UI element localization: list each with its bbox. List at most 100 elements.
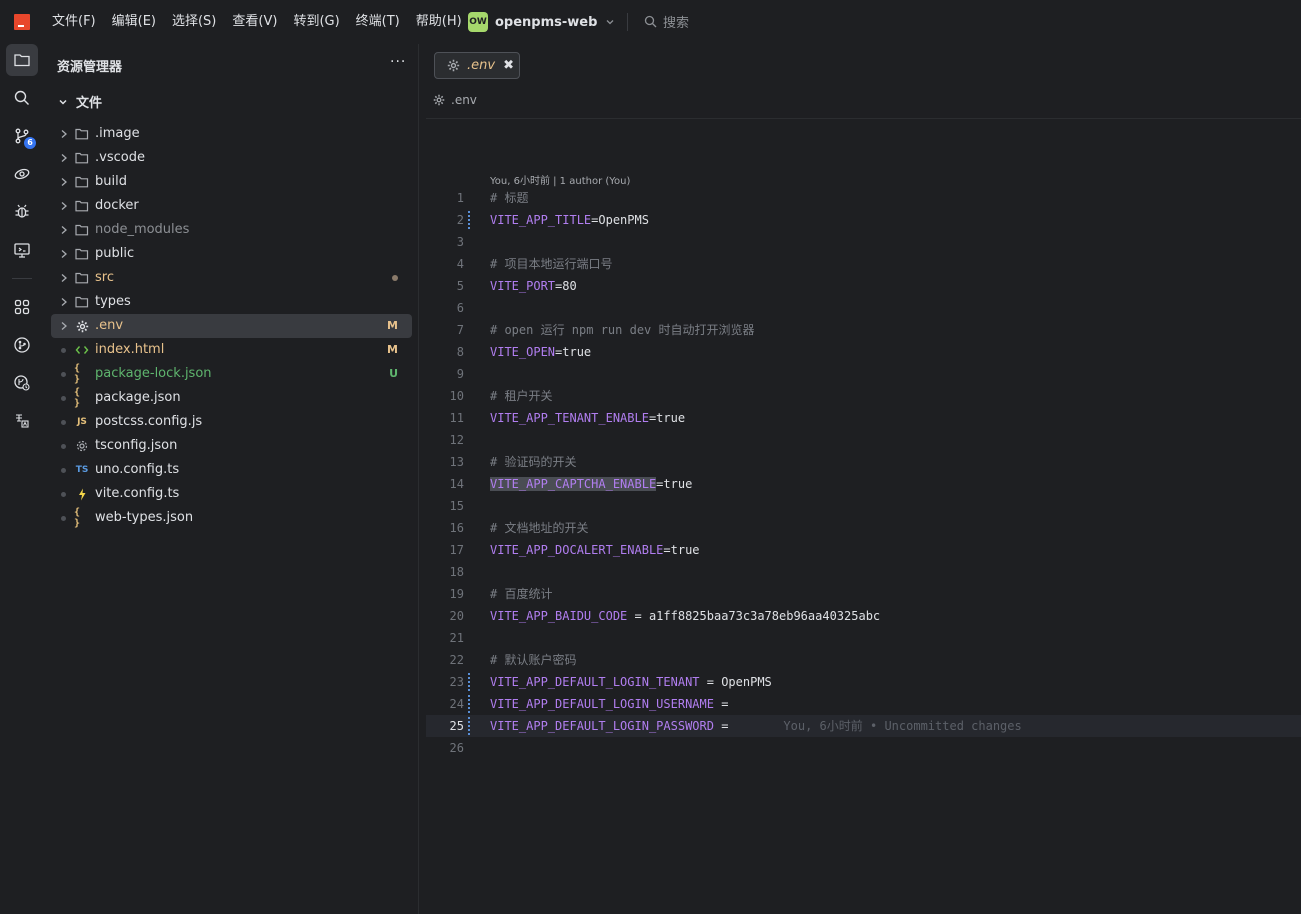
code-line[interactable]: 2 VITE_APP_TITLE=OpenPMS xyxy=(426,209,1301,231)
workspace-root[interactable]: 文件 xyxy=(58,92,102,111)
chevron-right-icon[interactable] xyxy=(60,297,68,307)
search-button[interactable] xyxy=(6,82,38,114)
tree-bullet xyxy=(61,420,66,425)
folder-icon xyxy=(14,54,30,67)
git-change-marker[interactable] xyxy=(468,695,470,713)
chevron-right-icon[interactable] xyxy=(60,129,68,139)
code-line[interactable]: 23 VITE_APP_DEFAULT_LOGIN_TENANT = OpenPM… xyxy=(426,671,1301,693)
git-change-marker[interactable] xyxy=(468,211,470,229)
code-editor[interactable]: 1 # 标题 2 VITE_APP_TITLE=OpenPMS 3 4 # 项目本地运行端口… xyxy=(426,187,1301,759)
code-line[interactable]: 10 # 租户开关 xyxy=(426,385,1301,407)
code-line[interactable]: 20 VITE_APP_BAIDU_CODE = a1ff8825baa73c3a… xyxy=(426,605,1301,627)
code-line[interactable]: 12 xyxy=(426,429,1301,451)
menu-help[interactable]: 帮助(H) xyxy=(408,8,470,36)
chevron-right-icon[interactable] xyxy=(60,177,68,187)
tree-item-label: package-lock.json xyxy=(95,366,212,381)
tree-file[interactable]: .env M xyxy=(51,314,412,338)
tree-folder[interactable]: src xyxy=(51,266,412,290)
code-line[interactable]: 11 VITE_APP_TENANT_ENABLE=true xyxy=(426,407,1301,429)
menu-terminal[interactable]: 终端(T) xyxy=(348,8,408,36)
code-line[interactable]: 15 xyxy=(426,495,1301,517)
translate-button[interactable] xyxy=(6,405,38,437)
tree-folder[interactable]: public xyxy=(51,242,412,266)
code-line[interactable]: 24 VITE_APP_DEFAULT_LOGIN_USERNAME = xyxy=(426,693,1301,715)
tree-file[interactable]: index.html M xyxy=(51,338,412,362)
comment-text: # 标题 xyxy=(490,191,529,205)
tree-item-label: tsconfig.json xyxy=(95,438,178,453)
tree-file[interactable]: { } package.json xyxy=(51,386,412,410)
close-icon[interactable]: ✖ xyxy=(503,58,514,73)
code-line[interactable]: 5 VITE_PORT=80 xyxy=(426,275,1301,297)
chevron-right-icon[interactable] xyxy=(60,249,68,259)
menu-go[interactable]: 转到(G) xyxy=(285,8,347,36)
code-line[interactable]: 25 VITE_APP_DEFAULT_LOGIN_PASSWORD = You, … xyxy=(426,715,1301,737)
line-number: 3 xyxy=(456,235,464,249)
tree-item-label: node_modules xyxy=(95,222,190,237)
menu-file[interactable]: 文件(F) xyxy=(44,8,104,36)
tree-file[interactable]: JS postcss.config.js xyxy=(51,410,412,434)
debug-button[interactable] xyxy=(6,196,38,228)
tree-folder[interactable]: docker xyxy=(51,194,412,218)
tree-file[interactable]: tsconfig.json xyxy=(51,434,412,458)
code-line[interactable]: 9 xyxy=(426,363,1301,385)
menu-selection[interactable]: 选择(S) xyxy=(164,8,224,36)
code-line[interactable]: 17 VITE_APP_DOCALERT_ENABLE=true xyxy=(426,539,1301,561)
tree-file[interactable]: vite.config.ts xyxy=(51,482,412,506)
code-line[interactable]: 4 # 项目本地运行端口号 xyxy=(426,253,1301,275)
menu-view[interactable]: 查看(V) xyxy=(224,8,285,36)
code-line[interactable]: 14 VITE_APP_CAPTCHA_ENABLE=true xyxy=(426,473,1301,495)
search-box[interactable]: 搜索 xyxy=(644,12,689,31)
git-blame-header[interactable]: You, 6小时前 | 1 author (You) xyxy=(490,172,630,187)
tab-env[interactable]: .env ✖ xyxy=(434,52,520,79)
more-actions-icon[interactable]: ··· xyxy=(390,54,406,70)
remote-explorer-button[interactable] xyxy=(6,158,38,190)
tree-folder[interactable]: build xyxy=(51,170,412,194)
code-line[interactable]: 1 # 标题 xyxy=(426,187,1301,209)
code-line[interactable]: 3 xyxy=(426,231,1301,253)
comment-text: # 文档地址的开关 xyxy=(490,521,589,535)
tree-folder[interactable]: .vscode xyxy=(51,146,412,170)
tree-file[interactable]: { } web-types.json xyxy=(51,506,412,530)
chevron-right-icon[interactable] xyxy=(60,273,68,283)
title-bar: 文件(F) 编辑(E) 选择(S) 查看(V) 转到(G) 终端(T) 帮助(H… xyxy=(0,0,1301,44)
chevron-right-icon[interactable] xyxy=(60,225,68,235)
tree-folder[interactable]: types xyxy=(51,290,412,314)
code-line[interactable]: 16 # 文档地址的开关 xyxy=(426,517,1301,539)
tree-file[interactable]: { } package-lock.json U xyxy=(51,362,412,386)
monitor-icon xyxy=(14,243,30,258)
code-line[interactable]: 19 # 百度统计 xyxy=(426,583,1301,605)
breadcrumb-divider xyxy=(426,118,1301,119)
explorer-button[interactable] xyxy=(6,44,38,76)
app-logo-icon[interactable] xyxy=(14,14,30,30)
tree-folder[interactable]: .image xyxy=(51,122,412,146)
extensions-button[interactable] xyxy=(6,291,38,323)
code-line[interactable]: 21 xyxy=(426,627,1301,649)
line-number: 20 xyxy=(449,609,464,623)
remote-button[interactable] xyxy=(6,234,38,266)
code-line[interactable]: 18 xyxy=(426,561,1301,583)
chevron-right-icon[interactable] xyxy=(60,321,68,331)
chevron-down-icon xyxy=(606,20,614,25)
line-number: 8 xyxy=(456,345,464,359)
chevron-right-icon[interactable] xyxy=(60,153,68,163)
git-history-button[interactable] xyxy=(6,367,38,399)
source-control-button[interactable]: 6 xyxy=(6,120,38,152)
code-line[interactable]: 22 # 默认账户密码 xyxy=(426,649,1301,671)
project-switcher[interactable]: OW openpms-web xyxy=(468,10,615,34)
json-braces-icon: { } xyxy=(74,507,81,529)
git-change-marker[interactable] xyxy=(468,717,470,735)
git-graph-button[interactable] xyxy=(6,329,38,361)
code-line[interactable]: 6 xyxy=(426,297,1301,319)
env-value: = a1ff8825baa73c3a78eb96aa40325abc xyxy=(627,609,881,623)
tree-folder[interactable]: node_modules xyxy=(51,218,412,242)
code-line[interactable]: 8 VITE_OPEN=true xyxy=(426,341,1301,363)
chevron-right-icon[interactable] xyxy=(60,201,68,211)
code-line[interactable]: 26 xyxy=(426,737,1301,759)
breadcrumb[interactable]: .env xyxy=(433,93,477,107)
git-change-marker[interactable] xyxy=(468,673,470,691)
code-line[interactable]: 7 # open 运行 npm run dev 时自动打开浏览器 xyxy=(426,319,1301,341)
code-line[interactable]: 13 # 验证码的开关 xyxy=(426,451,1301,473)
tree-file[interactable]: TS uno.config.ts xyxy=(51,458,412,482)
line-number: 11 xyxy=(449,411,464,425)
menu-edit[interactable]: 编辑(E) xyxy=(104,8,164,36)
